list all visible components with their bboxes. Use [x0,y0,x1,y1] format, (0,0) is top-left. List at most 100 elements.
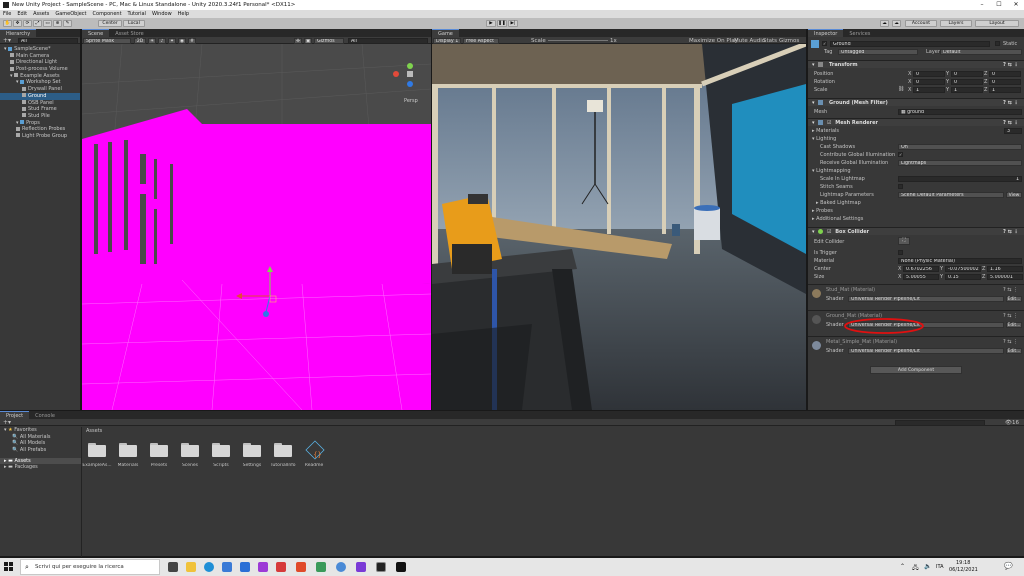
axis-label-x[interactable]: X [908,71,911,77]
hierarchy-item[interactable]: ▾ Props [0,120,80,127]
hierarchy-item[interactable]: Drywall Panel [0,86,80,93]
hierarchy-item[interactable]: Stud Pile [0,113,80,120]
scale-tool-icon[interactable]: ⤢ [33,20,42,27]
chrome-icon[interactable] [336,562,346,572]
close-icon[interactable]: ✕ [1008,0,1024,10]
create-icon[interactable]: +▾ [3,419,11,426]
materials-foldout[interactable]: ▸ Materials [812,128,839,134]
hierarchy-item[interactable]: Post-process Volume [0,66,80,73]
folder-icon[interactable] [243,443,261,457]
component-menu-icon[interactable]: ? ⇆ ⋮ [1003,339,1018,345]
size-x-field[interactable]: 5.00055 [903,273,939,280]
hierarchy-item[interactable]: ▾ Workshop Set [0,79,80,86]
rotation-z-field[interactable]: 0 [989,78,1021,85]
axis-label-z[interactable]: Z [982,274,985,280]
menu-tutorial[interactable]: Tutorial [128,11,146,17]
tray-chevron-icon[interactable]: ⌃ [900,563,905,570]
hidden-packages-icon[interactable]: 👁16 [1005,420,1019,426]
tab-project[interactable]: Project [0,411,30,419]
grid-toggle-icon[interactable]: # [188,37,196,44]
shader-dropdown[interactable]: Universal Render Pipeline/Lit [848,295,1004,302]
store-icon[interactable] [222,562,232,572]
component-menu-icon[interactable]: ? ⇆ ⋮ [1003,228,1019,236]
pivot-local-button[interactable]: Local [123,20,145,27]
tab-services[interactable]: Services [843,29,877,37]
tab-scene[interactable]: Scene [82,29,110,37]
scene-search-input[interactable]: All [348,37,428,44]
hierarchy-item[interactable]: Directional Light [0,59,80,66]
hidden-objects-icon[interactable]: ◉ [178,37,186,44]
axis-label-z[interactable]: Z [982,266,985,272]
file-explorer-icon[interactable] [186,562,196,572]
project-breadcrumb[interactable]: Assets [86,428,102,434]
layer-dropdown[interactable]: Default [940,48,1022,55]
custom-tool-icon[interactable]: ✎ [63,20,72,27]
folder-icon[interactable] [88,443,106,457]
cast-shadows-dropdown[interactable]: On [898,143,1022,150]
folder-icon[interactable] [212,443,230,457]
axis-label-y[interactable]: Y [940,274,943,280]
edit-shader-button[interactable]: Edit... [1006,295,1022,302]
language-indicator[interactable]: ITA [936,564,944,570]
size-y-field[interactable]: 0.15 [945,273,981,280]
position-x-field[interactable]: 0 [913,70,945,77]
gizmos-dropdown[interactable]: Gizmos [314,37,344,44]
mesh-filter-header[interactable]: ▾ Ground (Mesh Filter) ? ⇆ ⋮ [808,98,1024,106]
clock-time[interactable]: 19:18 [956,560,970,566]
add-icon[interactable]: +▾ [3,37,11,44]
tab-asset-store[interactable]: Asset Store [109,29,150,37]
rotation-x-field[interactable]: 0 [913,78,945,85]
hierarchy-item[interactable]: Main Camera [0,53,80,60]
play-icon[interactable]: ▶ [486,20,496,27]
component-menu-icon[interactable]: ? ⇆ ⋮ [1003,119,1019,127]
center-z-field[interactable]: 1.16 [987,265,1023,272]
hierarchy-item[interactable]: Light Probe Group [0,133,80,140]
lightmapping-foldout[interactable]: ▾ Lightmapping [812,168,851,174]
tab-game[interactable]: Game [432,29,459,37]
transform-tool-icon[interactable]: ⊕ [53,20,62,27]
axis-label-y[interactable]: Y [946,79,949,85]
minimize-icon[interactable]: – [974,0,990,10]
menu-help[interactable]: Help [178,11,189,17]
unity-editor-icon[interactable] [396,562,406,572]
collider-material-field[interactable]: None (Physic Material) [898,257,1022,264]
folder-icon[interactable] [119,443,137,457]
hierarchy-item[interactable]: ▾ Example Assets [0,73,80,80]
collab-icon[interactable]: ☁ [880,20,889,27]
view-button[interactable]: View [1006,191,1022,198]
menu-component[interactable]: Component [93,11,122,17]
scene-viewport[interactable]: Persp [82,44,431,410]
draw-mode-dropdown[interactable]: Sprite Mask [83,37,131,44]
aspect-dropdown[interactable]: Free Aspect [463,37,499,44]
cloud-icon[interactable]: ☁ [892,20,901,27]
lighting-toggle-icon[interactable]: ☀ [148,37,156,44]
rect-tool-icon[interactable]: ▭ [43,20,52,27]
favorites-all-prefabs[interactable]: 🔍 All Prefabs [0,447,81,454]
project-search-input[interactable] [895,419,985,426]
camera-settings-icon[interactable]: ▣ [304,37,312,44]
static-checkbox[interactable] [995,41,1000,46]
materials-count-field[interactable]: 3 [1004,127,1022,134]
account-dropdown[interactable]: Account [905,20,937,27]
probes-foldout[interactable]: ▸ Probes [812,208,833,214]
hand-tool-icon[interactable]: ✋ [3,20,12,27]
menu-file[interactable]: File [3,11,11,17]
scale-in-lightmap-field[interactable]: 1 [898,175,1022,182]
tool-settings-icon[interactable]: ✜ [294,37,302,44]
baked-lightmap-foldout[interactable]: ▸ Baked Lightmap [816,200,861,206]
component-menu-icon[interactable]: ? ⇆ ⋮ [1003,287,1018,293]
office-icon[interactable] [276,562,286,572]
enabled-checkbox[interactable]: ☑ [827,229,831,235]
axis-label-x[interactable]: X [908,87,911,93]
folder-icon[interactable] [274,443,292,457]
hierarchy-item[interactable]: ▾ SampleScene* [0,46,80,53]
edit-collider-icon[interactable]: ⛶ [898,237,910,245]
link-scale-icon[interactable]: ⛓ [898,86,904,92]
favorites-item[interactable]: ▾ ★ Favorites [0,427,81,434]
enabled-checkbox[interactable]: ☑ [827,120,831,126]
edit-shader-button[interactable]: Edit... [1006,347,1022,354]
hierarchy-search-input[interactable]: All [18,37,78,44]
tab-inspector[interactable]: Inspector [808,29,844,37]
additional-settings-foldout[interactable]: ▸ Additional Settings [812,216,863,222]
scale-x-field[interactable]: 1 [913,86,945,93]
